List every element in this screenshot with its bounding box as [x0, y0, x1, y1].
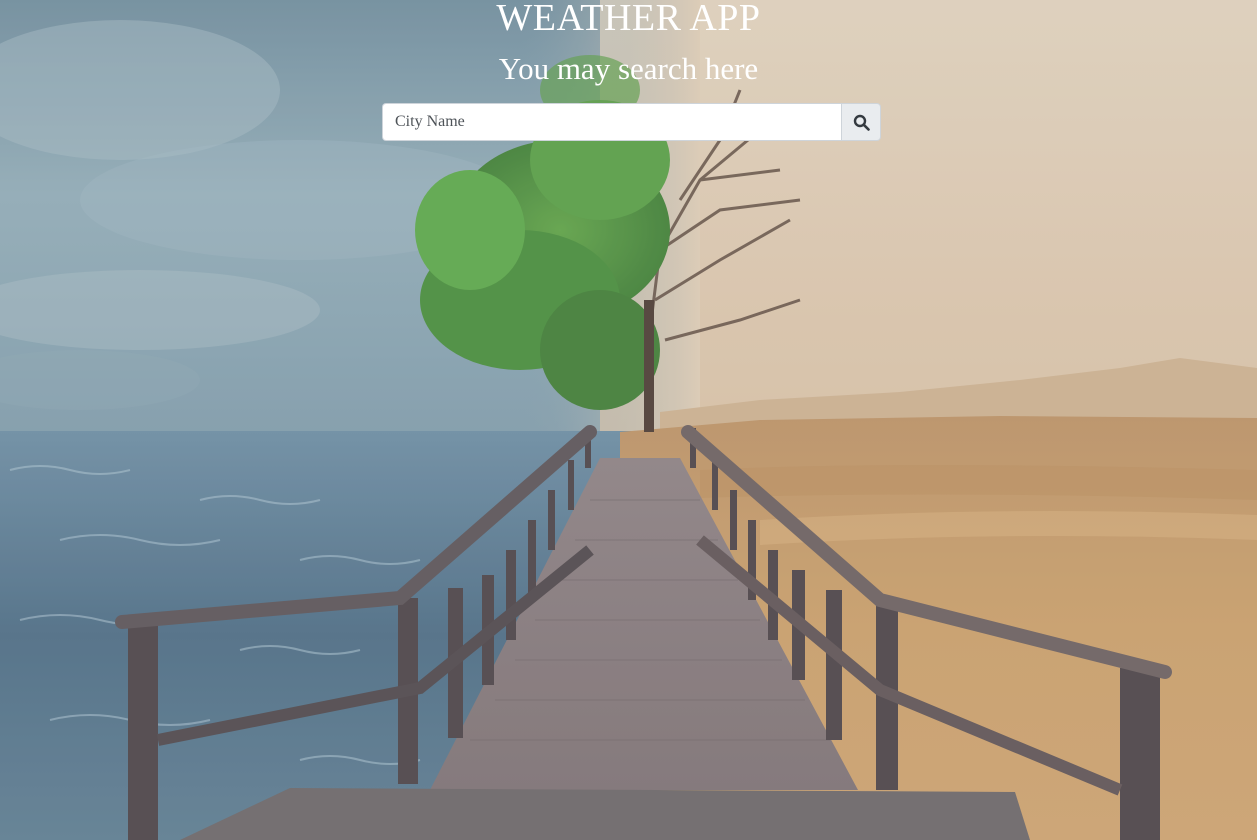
app-title: WEATHER APP: [496, 0, 761, 39]
city-search-input[interactable]: [382, 103, 841, 141]
search-button[interactable]: [841, 103, 881, 141]
search-subtitle: You may search here: [498, 51, 759, 86]
search-bar: [382, 103, 881, 141]
search-icon: [853, 114, 870, 131]
